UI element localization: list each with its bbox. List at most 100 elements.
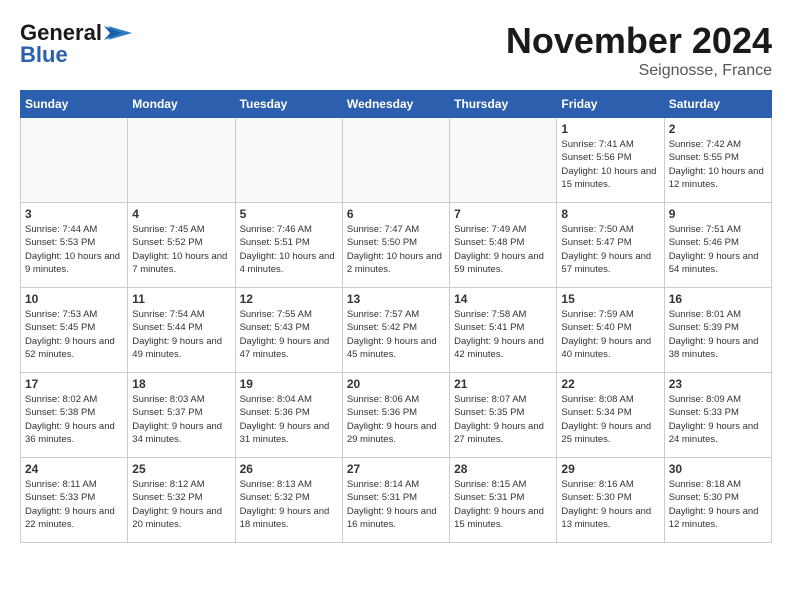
calendar-day-cell: 1 Sunrise: 7:41 AM Sunset: 5:56 PM Daylig…: [557, 118, 664, 203]
day-info: Sunrise: 8:07 AM Sunset: 5:35 PM Dayligh…: [454, 393, 552, 446]
day-info: Sunrise: 8:09 AM Sunset: 5:33 PM Dayligh…: [669, 393, 767, 446]
weekday-header-tuesday: Tuesday: [235, 91, 342, 118]
day-number: 20: [347, 377, 445, 391]
calendar-day-cell: 27 Sunrise: 8:14 AM Sunset: 5:31 PM Dayli…: [342, 458, 449, 543]
day-number: 9: [669, 207, 767, 221]
day-number: 14: [454, 292, 552, 306]
calendar-day-cell: 20Sunrise: 8:06 AM Sunset: 5:36 PM Dayli…: [342, 373, 449, 458]
calendar-day-cell: 8 Sunrise: 7:50 AM Sunset: 5:47 PM Daylig…: [557, 203, 664, 288]
weekday-header-sunday: Sunday: [21, 91, 128, 118]
day-number: 18: [132, 377, 230, 391]
day-number: 22: [561, 377, 659, 391]
calendar-day-cell: 6 Sunrise: 7:47 AM Sunset: 5:50 PM Daylig…: [342, 203, 449, 288]
day-info: Sunrise: 8:12 AM Sunset: 5:32 PM Dayligh…: [132, 478, 230, 531]
calendar-day-cell: 22 Sunrise: 8:08 AM Sunset: 5:34 PM Dayli…: [557, 373, 664, 458]
day-number: 19: [240, 377, 338, 391]
day-info: Sunrise: 7:53 AM Sunset: 5:45 PM Dayligh…: [25, 308, 123, 361]
day-number: 8: [561, 207, 659, 221]
day-number: 26: [240, 462, 338, 476]
day-info: Sunrise: 8:04 AM Sunset: 5:36 PM Dayligh…: [240, 393, 338, 446]
day-number: 12: [240, 292, 338, 306]
day-number: 27: [347, 462, 445, 476]
calendar-week-row: 3 Sunrise: 7:44 AM Sunset: 5:53 PM Daylig…: [21, 203, 772, 288]
calendar-day-cell: 30 Sunrise: 8:18 AM Sunset: 5:30 PM Dayli…: [664, 458, 771, 543]
calendar-day-cell: [21, 118, 128, 203]
day-number: 11: [132, 292, 230, 306]
day-info: Sunrise: 7:54 AM Sunset: 5:44 PM Dayligh…: [132, 308, 230, 361]
logo-arrow-icon: [104, 22, 132, 44]
calendar-day-cell: 7 Sunrise: 7:49 AM Sunset: 5:48 PM Daylig…: [450, 203, 557, 288]
calendar-day-cell: 21Sunrise: 8:07 AM Sunset: 5:35 PM Dayli…: [450, 373, 557, 458]
day-info: Sunrise: 7:51 AM Sunset: 5:46 PM Dayligh…: [669, 223, 767, 276]
day-number: 24: [25, 462, 123, 476]
weekday-header-row: SundayMondayTuesdayWednesdayThursdayFrid…: [21, 91, 772, 118]
day-info: Sunrise: 7:58 AM Sunset: 5:41 PM Dayligh…: [454, 308, 552, 361]
calendar-day-cell: [128, 118, 235, 203]
day-info: Sunrise: 8:14 AM Sunset: 5:31 PM Dayligh…: [347, 478, 445, 531]
calendar-day-cell: [235, 118, 342, 203]
month-title: November 2024: [506, 20, 772, 62]
day-info: Sunrise: 8:15 AM Sunset: 5:31 PM Dayligh…: [454, 478, 552, 531]
calendar-day-cell: 9 Sunrise: 7:51 AM Sunset: 5:46 PM Daylig…: [664, 203, 771, 288]
calendar-day-cell: 29Sunrise: 8:16 AM Sunset: 5:30 PM Dayli…: [557, 458, 664, 543]
calendar-day-cell: 13 Sunrise: 7:57 AM Sunset: 5:42 PM Dayli…: [342, 288, 449, 373]
day-info: Sunrise: 8:02 AM Sunset: 5:38 PM Dayligh…: [25, 393, 123, 446]
day-info: Sunrise: 8:13 AM Sunset: 5:32 PM Dayligh…: [240, 478, 338, 531]
day-number: 16: [669, 292, 767, 306]
calendar-day-cell: 24 Sunrise: 8:11 AM Sunset: 5:33 PM Dayli…: [21, 458, 128, 543]
weekday-header-friday: Friday: [557, 91, 664, 118]
calendar-day-cell: 5 Sunrise: 7:46 AM Sunset: 5:51 PM Daylig…: [235, 203, 342, 288]
day-number: 4: [132, 207, 230, 221]
weekday-header-monday: Monday: [128, 91, 235, 118]
day-info: Sunrise: 8:03 AM Sunset: 5:37 PM Dayligh…: [132, 393, 230, 446]
day-info: Sunrise: 7:55 AM Sunset: 5:43 PM Dayligh…: [240, 308, 338, 361]
calendar-day-cell: 3 Sunrise: 7:44 AM Sunset: 5:53 PM Daylig…: [21, 203, 128, 288]
day-info: Sunrise: 7:44 AM Sunset: 5:53 PM Dayligh…: [25, 223, 123, 276]
day-info: Sunrise: 8:16 AM Sunset: 5:30 PM Dayligh…: [561, 478, 659, 531]
day-number: 1: [561, 122, 659, 136]
day-info: Sunrise: 7:47 AM Sunset: 5:50 PM Dayligh…: [347, 223, 445, 276]
day-info: Sunrise: 7:41 AM Sunset: 5:56 PM Dayligh…: [561, 138, 659, 191]
page-header: General Blue November 2024 Seignosse, Fr…: [20, 20, 772, 80]
day-number: 7: [454, 207, 552, 221]
calendar-day-cell: 26 Sunrise: 8:13 AM Sunset: 5:32 PM Dayli…: [235, 458, 342, 543]
calendar-day-cell: 14 Sunrise: 7:58 AM Sunset: 5:41 PM Dayli…: [450, 288, 557, 373]
title-block: November 2024 Seignosse, France: [506, 20, 772, 80]
day-info: Sunrise: 7:50 AM Sunset: 5:47 PM Dayligh…: [561, 223, 659, 276]
weekday-header-saturday: Saturday: [664, 91, 771, 118]
calendar-day-cell: 16 Sunrise: 8:01 AM Sunset: 5:39 PM Dayli…: [664, 288, 771, 373]
day-info: Sunrise: 8:01 AM Sunset: 5:39 PM Dayligh…: [669, 308, 767, 361]
day-number: 23: [669, 377, 767, 391]
day-number: 28: [454, 462, 552, 476]
day-number: 3: [25, 207, 123, 221]
day-info: Sunrise: 7:45 AM Sunset: 5:52 PM Dayligh…: [132, 223, 230, 276]
day-number: 17: [25, 377, 123, 391]
weekday-header-wednesday: Wednesday: [342, 91, 449, 118]
calendar-table: SundayMondayTuesdayWednesdayThursdayFrid…: [20, 90, 772, 543]
calendar-day-cell: [450, 118, 557, 203]
calendar-day-cell: [342, 118, 449, 203]
day-number: 13: [347, 292, 445, 306]
calendar-day-cell: 23 Sunrise: 8:09 AM Sunset: 5:33 PM Dayli…: [664, 373, 771, 458]
calendar-week-row: 1 Sunrise: 7:41 AM Sunset: 5:56 PM Daylig…: [21, 118, 772, 203]
calendar-day-cell: 12 Sunrise: 7:55 AM Sunset: 5:43 PM Dayli…: [235, 288, 342, 373]
day-number: 2: [669, 122, 767, 136]
calendar-day-cell: 15Sunrise: 7:59 AM Sunset: 5:40 PM Dayli…: [557, 288, 664, 373]
calendar-day-cell: 17 Sunrise: 8:02 AM Sunset: 5:38 PM Dayli…: [21, 373, 128, 458]
day-number: 5: [240, 207, 338, 221]
day-info: Sunrise: 7:57 AM Sunset: 5:42 PM Dayligh…: [347, 308, 445, 361]
day-number: 30: [669, 462, 767, 476]
location-subtitle: Seignosse, France: [506, 62, 772, 80]
calendar-day-cell: 19 Sunrise: 8:04 AM Sunset: 5:36 PM Dayli…: [235, 373, 342, 458]
day-info: Sunrise: 7:46 AM Sunset: 5:51 PM Dayligh…: [240, 223, 338, 276]
calendar-day-cell: 28 Sunrise: 8:15 AM Sunset: 5:31 PM Dayli…: [450, 458, 557, 543]
day-info: Sunrise: 7:49 AM Sunset: 5:48 PM Dayligh…: [454, 223, 552, 276]
day-info: Sunrise: 8:08 AM Sunset: 5:34 PM Dayligh…: [561, 393, 659, 446]
day-info: Sunrise: 8:18 AM Sunset: 5:30 PM Dayligh…: [669, 478, 767, 531]
calendar-day-cell: 11 Sunrise: 7:54 AM Sunset: 5:44 PM Dayli…: [128, 288, 235, 373]
day-info: Sunrise: 8:11 AM Sunset: 5:33 PM Dayligh…: [25, 478, 123, 531]
weekday-header-thursday: Thursday: [450, 91, 557, 118]
logo: General Blue: [20, 20, 132, 68]
calendar-day-cell: 18 Sunrise: 8:03 AM Sunset: 5:37 PM Dayli…: [128, 373, 235, 458]
day-number: 6: [347, 207, 445, 221]
